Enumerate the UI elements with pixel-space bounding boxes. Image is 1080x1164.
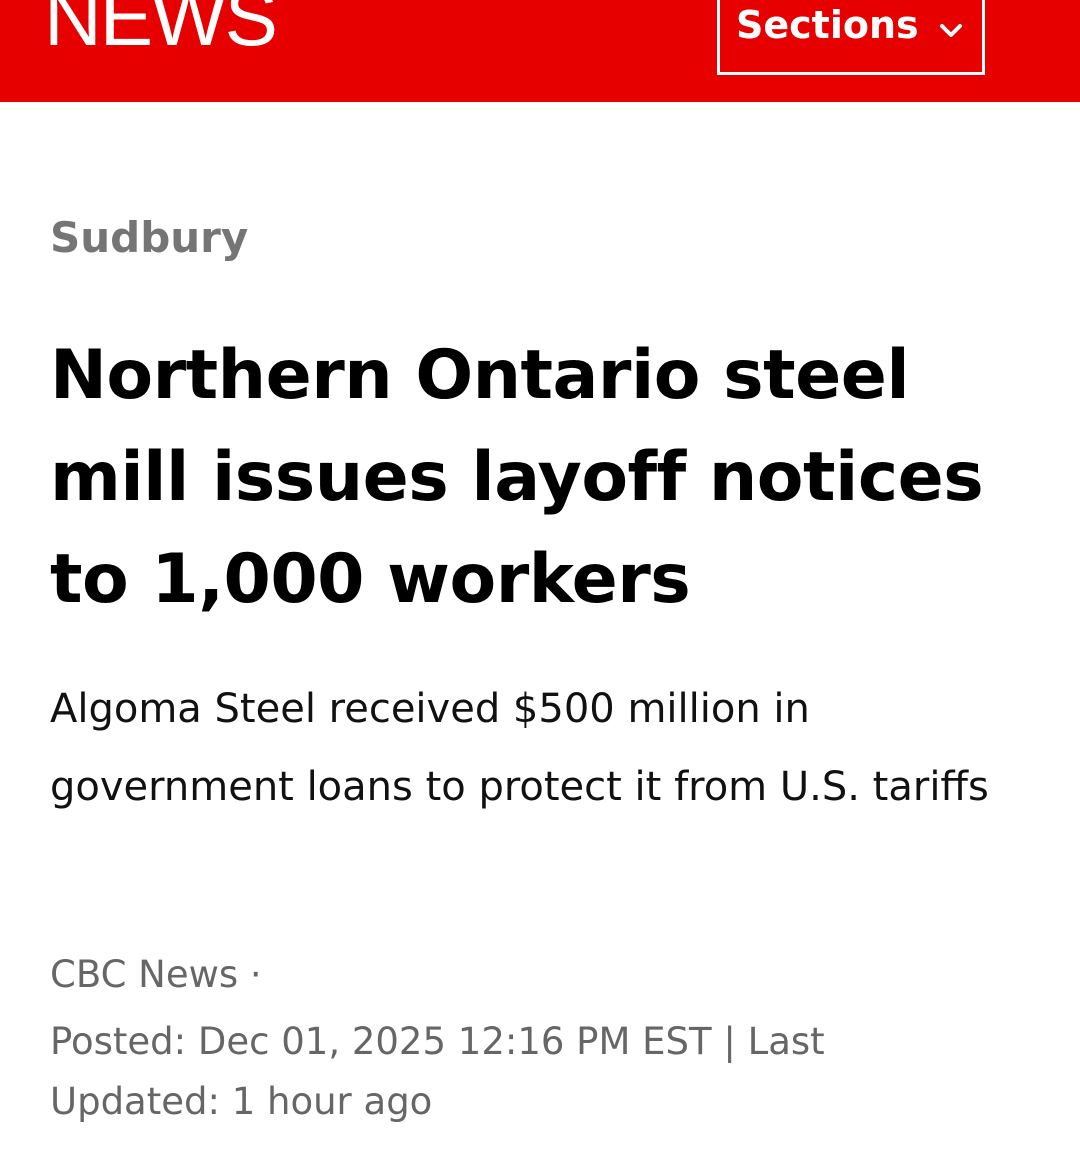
category-link[interactable]: Sudbury bbox=[50, 213, 248, 263]
byline: CBC News · bbox=[50, 953, 262, 996]
chevron-down-icon bbox=[940, 24, 962, 37]
news-logo[interactable]: NEWS bbox=[44, 0, 278, 58]
posted-timestamp: Posted: Dec 01, 2025 12:16 PM EST | Last… bbox=[50, 1020, 825, 1123]
article-dek: Algoma Steel received $500 million in go… bbox=[50, 686, 989, 810]
sections-button[interactable]: Sections bbox=[717, 0, 985, 75]
article-headline: Northern Ontario steel mill issues layof… bbox=[50, 336, 984, 619]
top-bar: NEWS Sections bbox=[0, 0, 1080, 102]
sections-label: Sections bbox=[736, 3, 919, 47]
